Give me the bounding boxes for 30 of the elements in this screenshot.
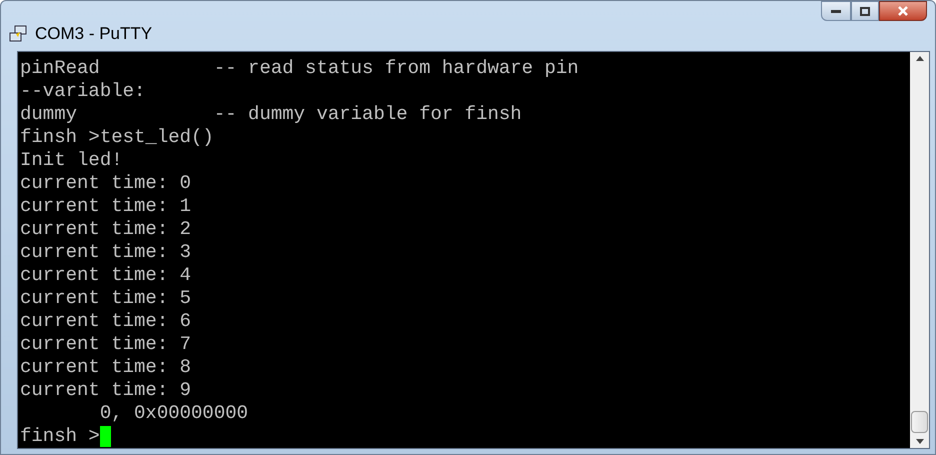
terminal-line: current time: 3: [20, 241, 192, 264]
scrollbar[interactable]: [910, 52, 929, 448]
terminal-line: 0, 0x00000000: [98, 402, 248, 425]
close-button[interactable]: [879, 1, 927, 21]
terminal-line: finsh >: [20, 425, 100, 448]
close-icon: [897, 6, 909, 16]
computer-icon[interactable]: [9, 24, 27, 43]
maximize-icon: [860, 6, 870, 16]
terminal-line: current time: 4: [20, 264, 192, 287]
terminal-line: --variable:: [20, 80, 146, 103]
terminal-area[interactable]: [18, 52, 910, 448]
minimize-icon: [831, 9, 841, 13]
terminal-line: finsh >test_led(): [20, 126, 214, 149]
terminal-line: current time: 0: [20, 172, 192, 195]
terminal-line: Init led!: [20, 149, 123, 172]
minimize-button[interactable]: [821, 1, 851, 21]
terminal-line: dummy -- dummy variable for finsh: [20, 103, 522, 126]
scroll-up-icon[interactable]: [916, 56, 924, 61]
terminal-line: current time: 1: [20, 195, 192, 218]
window-title: COM3 - PuTTY: [35, 23, 152, 45]
terminal-line: current time: 8: [20, 356, 192, 379]
scroll-thumb[interactable]: [911, 411, 928, 433]
terminal-line: pinRead -- read status from hardware pin: [20, 57, 579, 80]
terminal-line: current time: 9: [20, 379, 192, 402]
terminal-line: current time: 7: [20, 333, 192, 356]
terminal-line: current time: 2: [20, 218, 192, 241]
terminal-line: current time: 6: [20, 310, 192, 333]
terminal-line: current time: 5: [20, 287, 192, 310]
scroll-down-icon[interactable]: [916, 439, 924, 444]
maximize-button[interactable]: [851, 1, 879, 21]
